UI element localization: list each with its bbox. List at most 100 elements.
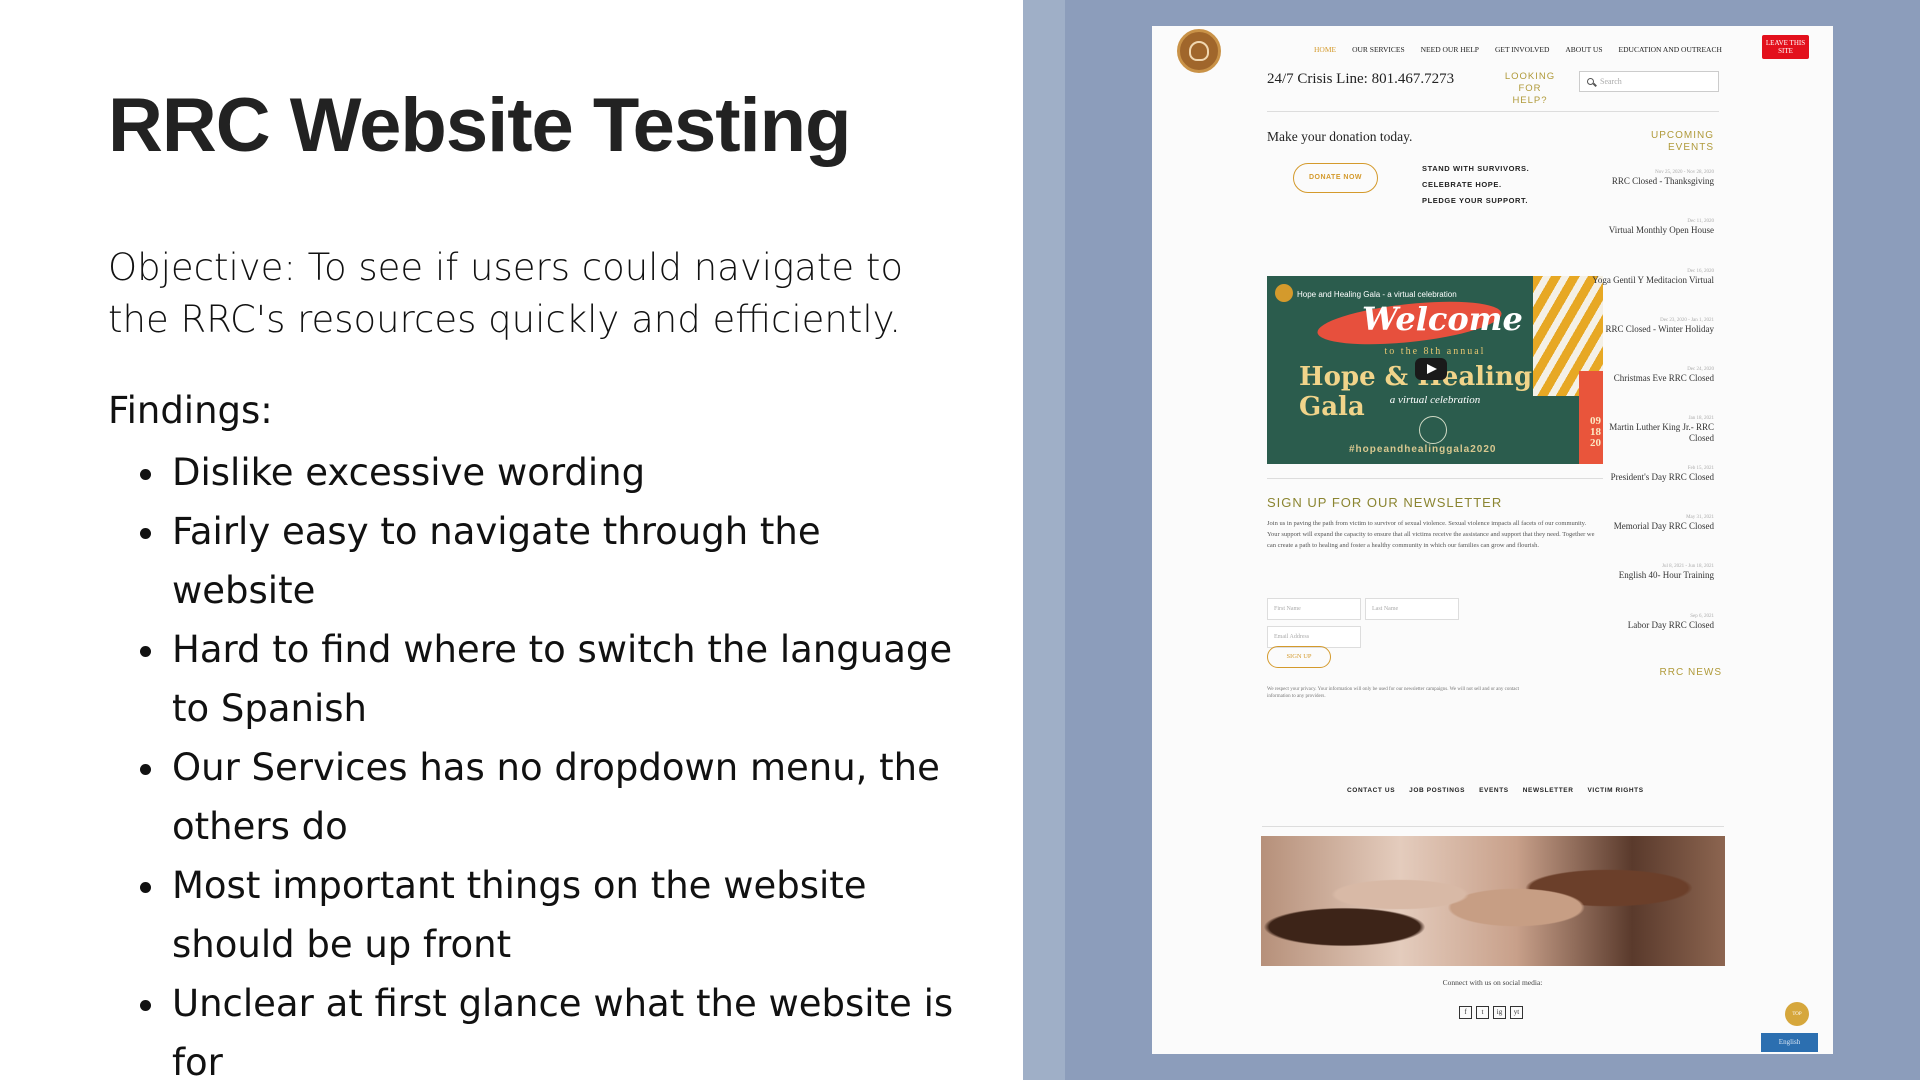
nav-education-outreach[interactable]: EDUCATION AND OUTREACH: [1619, 45, 1722, 54]
event-item[interactable]: Jan 18, 2021 Martin Luther King Jr.- RRC …: [1592, 415, 1714, 464]
findings-list: Dislike excessive wording Fairly easy to…: [108, 443, 958, 1080]
finding-text: Our Services has no dropdown menu, the o…: [172, 746, 940, 848]
privacy-note: We respect your privacy. Your informatio…: [1267, 687, 1520, 699]
email-field[interactable]: Email Address: [1267, 626, 1361, 648]
video-title: Hope and Healing Gala - a virtual celebr…: [1297, 290, 1457, 299]
search-placeholder: Search: [1600, 77, 1622, 86]
events-list: Nov 25, 2020 - Nov 28, 2020 RRC Closed - …: [1592, 169, 1714, 662]
event-date: Dec 16, 2020: [1687, 268, 1714, 274]
finding-item: Our Services has no dropdown menu, the o…: [108, 738, 958, 856]
event-name: RRC Closed - Winter Holiday: [1605, 323, 1714, 334]
newsletter-heading: SIGN UP FOR OUR NEWSLETTER: [1267, 495, 1503, 510]
event-name: Martin Luther King Jr.- RRC Closed: [1609, 422, 1714, 444]
event-date: May 31, 2021: [1686, 515, 1714, 521]
event-name: Memorial Day RRC Closed: [1613, 521, 1714, 532]
footer-links: CONTACT US JOB POSTINGS EVENTS NEWSLETTE…: [1347, 787, 1644, 794]
bullet-icon: [140, 882, 151, 893]
footer-job-postings[interactable]: JOB POSTINGS: [1409, 787, 1465, 794]
finding-text: Fairly easy to navigate through the webs…: [172, 510, 821, 612]
video-subtitle: to the 8th annual: [1384, 346, 1486, 357]
event-item[interactable]: Jul 8, 2021 - Jun 18, 2021 English 40- Ho…: [1592, 563, 1714, 612]
findings-label: Findings:: [108, 389, 273, 432]
instagram-icon[interactable]: ig: [1493, 1006, 1506, 1019]
event-item[interactable]: Dec 11, 2020 Virtual Monthly Open House: [1592, 218, 1714, 267]
event-date: Dec 23, 2020 - Jan 1, 2021: [1660, 317, 1714, 323]
hands-photo: [1261, 836, 1725, 966]
event-date: Jan 18, 2021: [1688, 416, 1714, 422]
footer-contact-us[interactable]: CONTACT US: [1347, 787, 1395, 794]
event-item[interactable]: Dec 23, 2020 - Jan 1, 2021 RRC Closed - W…: [1592, 317, 1714, 366]
objective-text: Objective: To see if users could navigat…: [108, 246, 904, 341]
tagline: STAND WITH SURVIVORS. CELEBRATE HOPE. PL…: [1422, 161, 1529, 209]
video-hashtag: #hopeandhealinggala2020: [1349, 444, 1497, 455]
divider: [1262, 826, 1724, 827]
social-icons: f t ig yt: [1459, 1006, 1523, 1019]
event-name: English 40- Hour Training: [1618, 570, 1714, 581]
channel-avatar: [1275, 284, 1293, 302]
bullet-icon: [140, 646, 151, 657]
event-date: Jul 8, 2021 - Jun 18, 2021: [1662, 564, 1714, 570]
event-item[interactable]: Dec 16, 2020 Yoga Gentil Y Meditacion Vir…: [1592, 268, 1714, 317]
nav-need-our-help[interactable]: NEED OUR HELP: [1421, 45, 1479, 54]
twitter-icon[interactable]: t: [1476, 1006, 1489, 1019]
event-name: RRC Closed - Thanksgiving: [1611, 176, 1714, 186]
finding-text: Unclear at first glance what the website…: [172, 982, 954, 1080]
finding-item: Fairly easy to navigate through the webs…: [108, 502, 958, 620]
logo-emblem-icon: [1189, 41, 1209, 61]
event-item[interactable]: May 31, 2021 Memorial Day RRC Closed: [1592, 514, 1714, 563]
event-item[interactable]: Dec 24, 2020 Christmas Eve RRC Closed: [1592, 366, 1714, 415]
slide-text-panel: RRC Website Testing Objective: To see if…: [0, 0, 1023, 1080]
last-name-field[interactable]: Last Name: [1365, 598, 1459, 620]
sign-up-button[interactable]: SIGN UP: [1267, 646, 1331, 668]
event-date: Sep 6, 2021: [1690, 613, 1714, 619]
event-date: Nov 25, 2020 - Nov 28, 2020: [1655, 170, 1714, 175]
finding-text: Dislike excessive wording: [172, 451, 646, 494]
bullet-icon: [140, 764, 151, 775]
gala-emblem-icon: [1419, 416, 1447, 444]
bullet-icon: [140, 528, 151, 539]
tagline-line: CELEBRATE HOPE.: [1422, 180, 1502, 189]
back-to-top-button[interactable]: TOP: [1785, 1002, 1809, 1026]
video-welcome: Welcome: [1362, 300, 1523, 338]
footer-newsletter[interactable]: NEWSLETTER: [1523, 787, 1574, 794]
search-input[interactable]: Search: [1579, 71, 1719, 92]
rrc-news-heading[interactable]: RRC NEWS: [1642, 667, 1722, 678]
footer-victim-rights[interactable]: VICTIM RIGHTS: [1588, 787, 1644, 794]
nav-get-involved[interactable]: GET INVOLVED: [1495, 45, 1549, 54]
youtube-icon[interactable]: yt: [1510, 1006, 1523, 1019]
finding-text: Hard to find where to switch the languag…: [172, 628, 953, 730]
finding-text: Most important things on the website sho…: [172, 864, 867, 966]
donate-now-button[interactable]: DONATE NOW: [1293, 163, 1378, 193]
looking-for-help-link[interactable]: LOOKING FOR HELP?: [1500, 71, 1560, 107]
language-switch-button[interactable]: English: [1761, 1033, 1818, 1052]
rrc-logo[interactable]: [1177, 29, 1221, 73]
main-nav: HOME OUR SERVICES NEED OUR HELP GET INVO…: [1314, 45, 1722, 54]
footer-events[interactable]: EVENTS: [1479, 787, 1509, 794]
facebook-icon[interactable]: f: [1459, 1006, 1472, 1019]
nav-home[interactable]: HOME: [1314, 45, 1336, 54]
event-item[interactable]: Nov 25, 2020 - Nov 28, 2020 RRC Closed - …: [1592, 169, 1714, 218]
event-name: Labor Day RRC Closed: [1627, 619, 1714, 630]
first-name-field[interactable]: First Name: [1267, 598, 1361, 620]
event-item[interactable]: Sep 6, 2021 Labor Day RRC Closed: [1592, 613, 1714, 662]
event-name: President's Day RRC Closed: [1610, 471, 1714, 482]
leave-site-button[interactable]: LEAVE THIS SITE: [1762, 35, 1809, 59]
finding-item: Unclear at first glance what the website…: [108, 974, 958, 1080]
play-button-icon[interactable]: [1415, 358, 1447, 380]
event-date: Dec 24, 2020: [1687, 367, 1714, 373]
gala-video-player[interactable]: Hope and Healing Gala - a virtual celebr…: [1267, 276, 1603, 464]
upcoming-events-heading: UPCOMING EVENTS: [1651, 130, 1714, 153]
divider: [1267, 111, 1719, 112]
tagline-line: STAND WITH SURVIVORS.: [1422, 164, 1530, 173]
background-stripe: [1023, 0, 1065, 1080]
bullet-icon: [140, 469, 151, 480]
event-date: Dec 11, 2020: [1687, 219, 1714, 225]
divider: [1267, 478, 1603, 479]
finding-item: Hard to find where to switch the languag…: [108, 620, 958, 738]
bullet-icon: [140, 1000, 151, 1011]
website-screenshot: HOME OUR SERVICES NEED OUR HELP GET INVO…: [1152, 26, 1833, 1054]
nav-about-us[interactable]: ABOUT US: [1565, 45, 1602, 54]
event-item[interactable]: Feb 15, 2021 President's Day RRC Closed: [1592, 465, 1714, 514]
social-connect-text: Connect with us on social media:: [1442, 978, 1543, 987]
nav-our-services[interactable]: OUR SERVICES: [1352, 45, 1405, 54]
